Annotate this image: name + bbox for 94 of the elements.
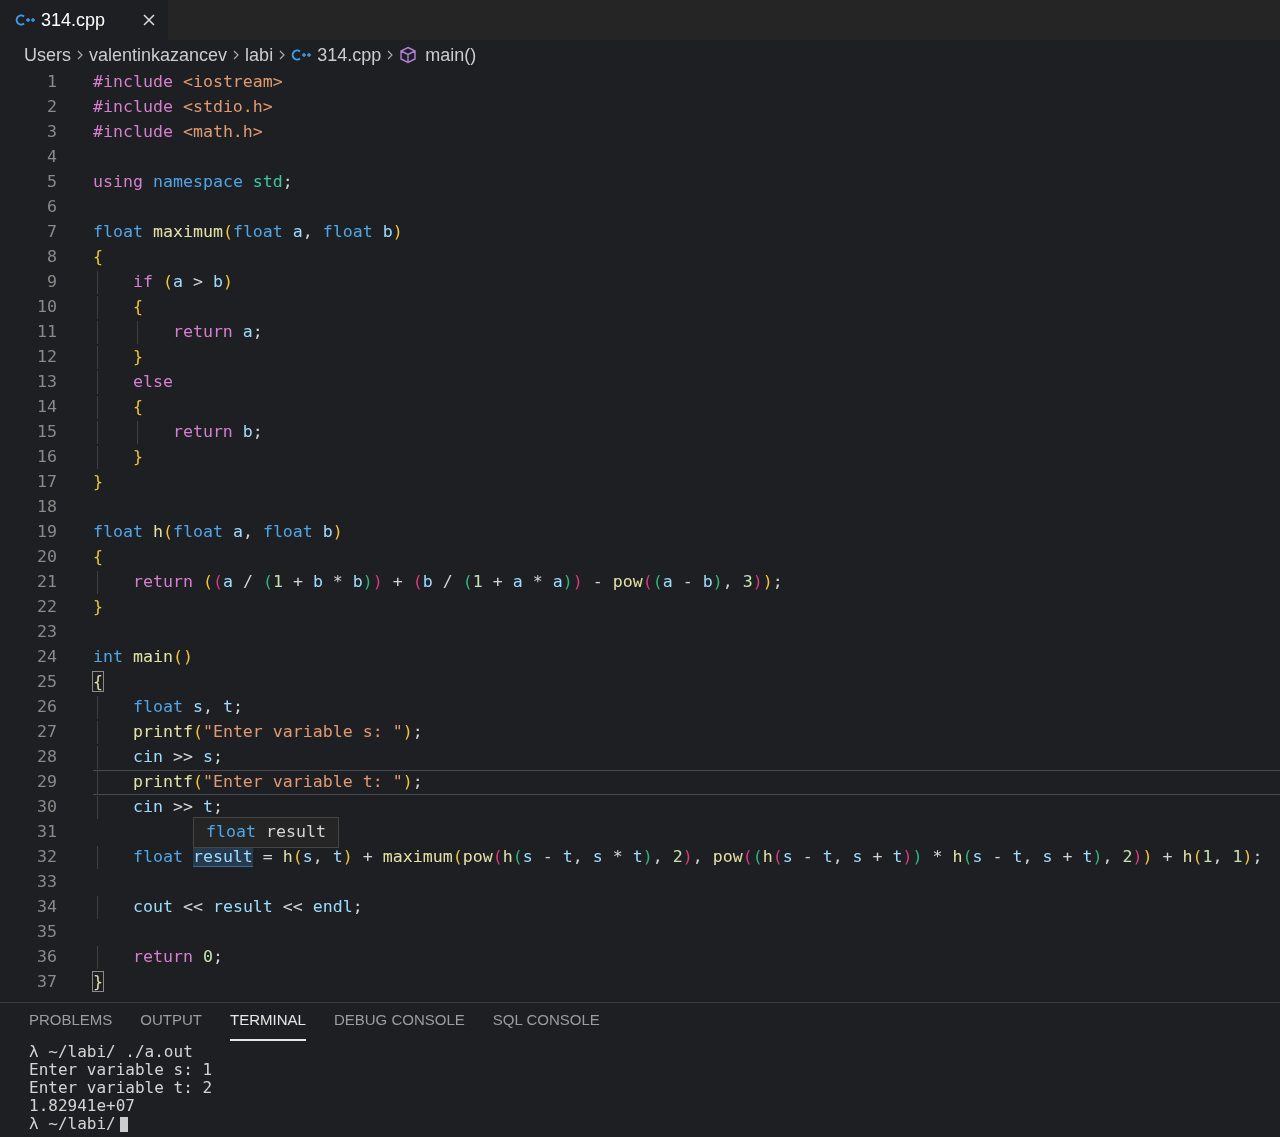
code-line: { — [131, 296, 143, 319]
code-line: } — [131, 346, 143, 369]
panel-tab[interactable]: SQL CONSOLE — [492, 1008, 600, 1041]
line-number: 14 — [36, 396, 57, 419]
line-number: 35 — [36, 921, 57, 944]
line-number: 22 — [36, 596, 57, 619]
line-number: 4 — [46, 146, 57, 169]
chevron-icon — [386, 49, 395, 61]
panel-tab[interactable]: PROBLEMS — [29, 1008, 113, 1041]
chevron-icon — [76, 49, 84, 61]
line-number: 19 — [36, 521, 57, 544]
line-number: 12 — [36, 346, 57, 369]
line-number: 18 — [36, 496, 57, 519]
panel-tab[interactable]: DEBUG CONSOLE — [333, 1008, 465, 1041]
line-number: 29 — [36, 771, 57, 794]
cpp-file-icon — [291, 49, 314, 61]
terminal-line: Enter variable s: 1 — [29, 1061, 213, 1079]
code-line: float h(float a, float b) — [93, 521, 343, 544]
code-line: } — [131, 446, 143, 469]
line-number: 24 — [36, 646, 57, 669]
terminal-line: Enter variable t: 2 — [29, 1079, 213, 1097]
line-number: 34 — [36, 896, 57, 919]
code-line: #include <math.h> — [93, 121, 263, 144]
line-number: 6 — [46, 196, 57, 219]
code-line: { — [131, 396, 143, 419]
code-line: } — [93, 971, 103, 994]
code-line: return 0; — [131, 946, 223, 969]
breadcrumb-item[interactable]: valentinkazancev — [89, 41, 228, 69]
code-line: float result = h(s, t) + maximum(pow(h(s - t, s * t), 2), pow((h(s - t, s + t)) * h(s - t, s + t), 2)) + h(1, 1); — [131, 846, 1263, 870]
line-number: 5 — [46, 171, 57, 194]
code-line: cin >> s; — [131, 746, 223, 769]
cube-icon — [399, 46, 418, 64]
code-line: using namespace std; — [93, 171, 293, 194]
hover-tooltip: float result — [193, 817, 339, 848]
editor-tab[interactable]: 314.cpp — [0, 0, 168, 40]
panel-tab[interactable]: OUTPUT — [140, 1008, 203, 1041]
line-number: 10 — [36, 296, 57, 319]
code-line: cout << result << endl; — [131, 896, 363, 919]
line-number: 9 — [46, 271, 57, 294]
close-icon[interactable] — [142, 13, 156, 27]
code-line: #include <stdio.h> — [93, 96, 273, 119]
line-number: 2 — [46, 96, 57, 119]
code-line: if (a > b) — [131, 271, 233, 294]
line-number: 31 — [36, 821, 57, 844]
terminal-line: 1.82941e+07 — [29, 1097, 135, 1115]
line-number: 13 — [36, 371, 57, 394]
code-line: } — [93, 471, 103, 494]
line-number: 26 — [36, 696, 57, 719]
code-line: printf("Enter variable t: "); — [131, 771, 423, 794]
line-number: 11 — [36, 321, 57, 344]
cpp-file-icon — [15, 14, 37, 26]
tab-label: 314.cpp — [41, 8, 107, 32]
code-line: return a; — [171, 321, 263, 344]
line-number: 1 — [46, 71, 57, 94]
line-number: 30 — [36, 796, 57, 819]
code-line: { — [93, 671, 103, 694]
code-line: printf("Enter variable s: "); — [131, 721, 423, 744]
code-line: return b; — [171, 421, 263, 444]
cursor-block — [119, 1116, 128, 1132]
line-number: 33 — [36, 871, 57, 894]
code-line: cin >> t; — [131, 796, 223, 819]
line-number: 7 — [46, 221, 57, 244]
line-number: 8 — [46, 246, 57, 269]
line-number: 15 — [36, 421, 57, 444]
code-line: #include <iostream> — [93, 71, 283, 94]
code-line: float s, t; — [131, 696, 243, 719]
code-line: float maximum(float a, float b) — [93, 221, 403, 244]
line-number: 25 — [36, 671, 57, 694]
terminal-line: λ ~/labi/ — [29, 1115, 116, 1133]
line-number: 32 — [36, 846, 57, 869]
breadcrumb-item[interactable]: Users — [24, 41, 71, 69]
line-number: 3 — [46, 121, 57, 144]
code-line: int main() — [93, 646, 193, 669]
panel-tab[interactable]: TERMINAL — [230, 1008, 306, 1041]
breadcrumb-item[interactable]: labi — [245, 41, 274, 69]
line-number: 36 — [36, 946, 57, 969]
code-line: else — [131, 371, 173, 394]
line-number: 23 — [36, 621, 57, 644]
line-number: 37 — [36, 971, 57, 994]
line-number: 27 — [36, 721, 57, 744]
breadcrumb-item[interactable]: 314.cpp — [317, 41, 382, 69]
code-line: { — [93, 546, 103, 569]
line-number: 16 — [36, 446, 57, 469]
line-number: 28 — [36, 746, 57, 769]
chevron-icon — [232, 49, 241, 61]
line-number: 20 — [36, 546, 57, 569]
code-line: { — [93, 246, 103, 269]
terminal-line: λ ~/labi/ ./a.out — [29, 1043, 193, 1061]
breadcrumb-item[interactable]: main() — [425, 41, 477, 69]
code-line: } — [93, 596, 103, 619]
line-number: 17 — [36, 471, 57, 494]
code-line: return ((a / (1 + b * b)) + (b / (1 + a * a)) - pow((a - b), 3)); — [131, 571, 783, 594]
chevron-icon — [278, 49, 287, 61]
line-number: 21 — [36, 571, 57, 594]
